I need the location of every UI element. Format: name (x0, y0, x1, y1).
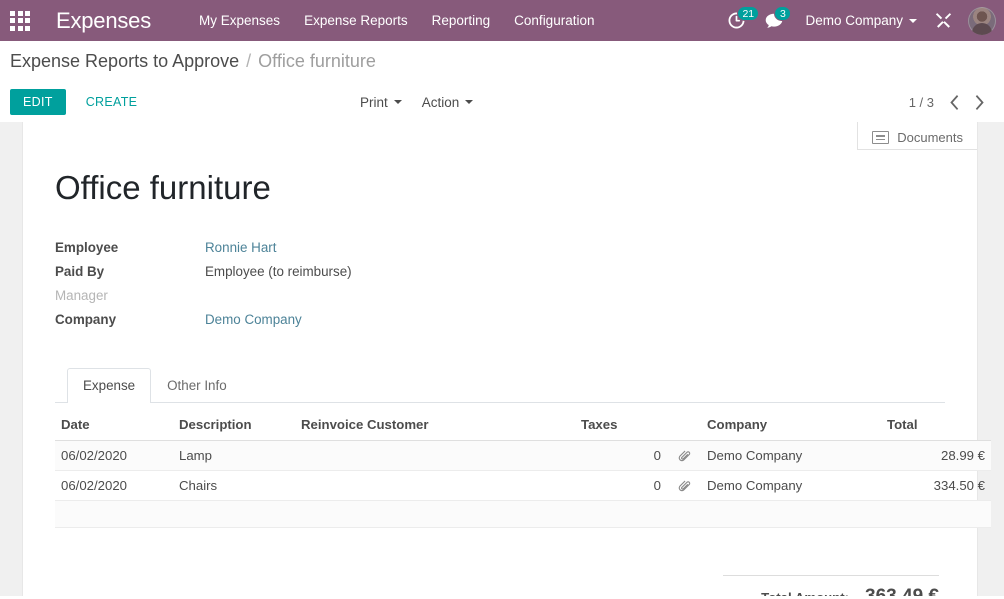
print-dropdown[interactable]: Print (360, 95, 402, 110)
field-paid-by-value: Employee (to reimburse) (205, 263, 352, 279)
menu-item-configuration[interactable]: Configuration (502, 0, 606, 41)
expense-lines-table: Date Description Reinvoice Customer Taxe… (55, 408, 991, 528)
cell-date: 06/02/2020 (55, 470, 173, 501)
chevron-down-icon (909, 18, 917, 23)
main-menu: My Expenses Expense Reports Reporting Co… (187, 0, 606, 41)
chevron-down-icon (393, 100, 402, 104)
column-header-date[interactable]: Date (55, 408, 173, 441)
company-switcher-label: Demo Company (805, 13, 903, 28)
chevron-down-icon (465, 100, 474, 104)
pager-counter: 1 / 3 (908, 94, 934, 110)
navbar-right-tools: 21 3 Demo Company (718, 0, 1004, 41)
cell-company: Demo Company (701, 440, 881, 471)
field-manager: Manager (55, 288, 945, 312)
messages-count-badge: 3 (774, 6, 792, 21)
expense-lines-header: Date Description Reinvoice Customer Taxe… (55, 408, 991, 441)
smart-button-box: Documents (857, 122, 977, 150)
totals-section: Total Amount: 363.49 € (55, 574, 945, 596)
total-amount-value: 363.49 € (865, 586, 939, 596)
chevron-right-icon (975, 94, 984, 110)
column-header-taxes[interactable]: Taxes (575, 408, 667, 441)
paperclip-icon (678, 480, 690, 491)
tab-other-info[interactable]: Other Info (151, 368, 243, 403)
column-header-description[interactable]: Description (173, 408, 295, 441)
document-icon (872, 131, 890, 144)
menu-item-my-expenses[interactable]: My Expenses (187, 0, 292, 41)
cell-description: Lamp (173, 440, 295, 471)
field-group: Employee Ronnie Hart Paid By Employee (t… (55, 240, 945, 336)
table-empty-cell (55, 500, 991, 528)
form-sheet: Documents Office furniture Employee Ronn… (22, 122, 991, 596)
tools-icon (935, 13, 952, 28)
form-view-scroll-area[interactable]: Documents Office furniture Employee Ronn… (0, 122, 1004, 596)
paperclip-icon (678, 450, 690, 461)
activities-button[interactable]: 21 (718, 0, 760, 41)
total-amount-row: Total Amount: 363.49 € (723, 574, 939, 596)
documents-smart-button[interactable]: Documents (872, 130, 963, 145)
action-dropdown-label: Action (421, 94, 460, 110)
breadcrumb-separator: / (246, 51, 252, 71)
table-header-row: Date Description Reinvoice Customer Taxe… (55, 408, 991, 441)
column-header-reinvoice-customer[interactable]: Reinvoice Customer (295, 408, 575, 441)
pager-previous-button[interactable] (944, 93, 966, 112)
apps-menu-button[interactable] (0, 0, 40, 41)
column-header-company[interactable]: Company (701, 408, 881, 441)
page-title: Office furniture (55, 169, 271, 206)
cell-description: Chairs (173, 470, 295, 501)
menu-item-expense-reports[interactable]: Expense Reports (292, 0, 420, 41)
field-paid-by-label: Paid By (55, 263, 105, 279)
table-empty-row (55, 500, 991, 528)
breadcrumb-current: Office furniture (258, 51, 376, 71)
cell-taxes: 0 (575, 440, 667, 471)
cell-taxes: 0 (575, 470, 667, 501)
print-dropdown-label: Print (360, 94, 388, 110)
create-button[interactable]: CREATE (74, 89, 150, 115)
total-amount-label: Total Amount: (761, 590, 849, 596)
field-company-value[interactable]: Demo Company (205, 312, 302, 327)
cell-attachment[interactable] (667, 470, 701, 501)
column-header-attachment (667, 408, 701, 441)
breadcrumb-parent[interactable]: Expense Reports to Approve (10, 51, 239, 72)
notebook-tabs: Expense Other Info (55, 367, 945, 403)
field-employee-label: Employee (55, 239, 119, 255)
company-switcher[interactable]: Demo Company (793, 0, 925, 41)
user-avatar[interactable] (968, 6, 996, 35)
menu-item-reporting[interactable]: Reporting (420, 0, 503, 41)
field-paid-by: Paid By Employee (to reimburse) (55, 264, 945, 288)
record-pager: 1 / 3 (909, 93, 994, 112)
edit-button[interactable]: EDIT (10, 89, 66, 115)
apps-grid-icon (10, 10, 30, 31)
table-row[interactable]: 06/02/2020 Lamp 0 Demo Company 28.99 € (55, 440, 991, 471)
cell-total: 28.99 € (881, 440, 991, 471)
column-header-total[interactable]: Total (881, 408, 991, 441)
field-company-label: Company (55, 311, 117, 327)
top-navbar: Expenses My Expenses Expense Reports Rep… (0, 0, 1004, 41)
cell-reinvoice-customer (295, 470, 575, 501)
debug-tools-button[interactable] (925, 0, 962, 41)
expense-lines-body: 06/02/2020 Lamp 0 Demo Company 28.99 € 0… (55, 440, 991, 528)
breadcrumb: Expense Reports to Approve / Office furn… (0, 41, 1004, 82)
field-manager-label: Manager (55, 287, 108, 303)
notebook: Expense Other Info Date Description Rein… (55, 367, 991, 596)
documents-smart-button-label: Documents (897, 130, 963, 145)
messages-button[interactable]: 3 (755, 0, 793, 41)
cell-date: 06/02/2020 (55, 440, 173, 471)
action-dropdown[interactable]: Action (422, 95, 474, 110)
cell-attachment[interactable] (667, 440, 701, 471)
form-sheet-body: Office furniture Employee Ronnie Hart Pa… (23, 122, 991, 596)
table-row[interactable]: 06/02/2020 Chairs 0 Demo Company 334.50 … (55, 470, 991, 501)
field-company: Company Demo Company (55, 312, 945, 336)
control-panel-dropdowns: Print Action (360, 95, 474, 110)
field-employee: Employee Ronnie Hart (55, 240, 945, 264)
pager-next-button[interactable] (968, 93, 990, 112)
cell-total: 334.50 € (881, 470, 991, 501)
chevron-left-icon (950, 94, 959, 110)
field-employee-value[interactable]: Ronnie Hart (205, 240, 276, 255)
tab-expense[interactable]: Expense (67, 367, 152, 403)
cell-company: Demo Company (701, 470, 881, 501)
app-brand-title[interactable]: Expenses (56, 8, 151, 34)
cell-reinvoice-customer (295, 440, 575, 471)
control-panel: EDIT CREATE Print Action 1 / 3 (0, 82, 1004, 122)
